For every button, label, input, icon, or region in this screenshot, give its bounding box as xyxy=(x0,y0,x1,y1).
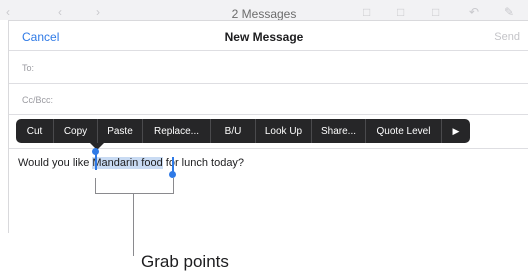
look-up-button[interactable]: Look Up xyxy=(256,119,312,143)
ccbcc-field[interactable] xyxy=(62,88,520,112)
to-divider xyxy=(9,83,528,84)
callout-caption: Grab points xyxy=(141,252,229,271)
ccbcc-field-label: Cc/Bcc: xyxy=(22,95,54,105)
selected-text: Mandarin food xyxy=(92,157,163,169)
body-text-after: for lunch today? xyxy=(162,157,245,169)
to-field-label: To: xyxy=(22,63,35,73)
more-button[interactable]: ▶ xyxy=(442,119,470,143)
flag-icon[interactable]: □ xyxy=(363,6,370,18)
body-text-before: Would you like xyxy=(18,157,93,169)
copy-button[interactable]: Copy xyxy=(54,119,98,143)
replace-button[interactable]: Replace... xyxy=(143,119,211,143)
quote-level-button[interactable]: Quote Level xyxy=(366,119,442,143)
callout-bracket-right xyxy=(173,178,174,194)
paste-button[interactable]: Paste xyxy=(98,119,143,143)
start-grab-handle-bar xyxy=(95,153,97,170)
trash-icon[interactable]: □ xyxy=(432,6,439,18)
end-grab-handle[interactable] xyxy=(169,171,176,178)
format-button[interactable]: B/U xyxy=(211,119,256,143)
compose-icon[interactable]: ✎ xyxy=(504,6,514,18)
send-button[interactable]: Send xyxy=(494,30,520,44)
callout-bracket-left xyxy=(95,178,96,194)
background-title: 2 Messages xyxy=(231,7,297,21)
nav-divider xyxy=(9,50,528,51)
ccbcc-divider xyxy=(9,114,528,115)
compose-title: New Message xyxy=(224,30,304,44)
to-field[interactable] xyxy=(50,56,520,80)
cut-button[interactable]: Cut xyxy=(16,119,54,143)
reply-icon[interactable]: ↶ xyxy=(469,6,479,18)
message-body[interactable]: Would you like Mandarin food for lunch t… xyxy=(18,156,244,170)
folder-icon[interactable]: □ xyxy=(397,6,404,18)
callout-bracket-bottom xyxy=(95,193,174,194)
share-button[interactable]: Share... xyxy=(312,119,366,143)
callout-line xyxy=(133,193,134,256)
edit-menu: Cut Copy Paste Replace... B/U Look Up Sh… xyxy=(16,119,470,143)
play-arrow-icon: ▶ xyxy=(452,125,460,136)
subject-divider xyxy=(9,148,528,149)
